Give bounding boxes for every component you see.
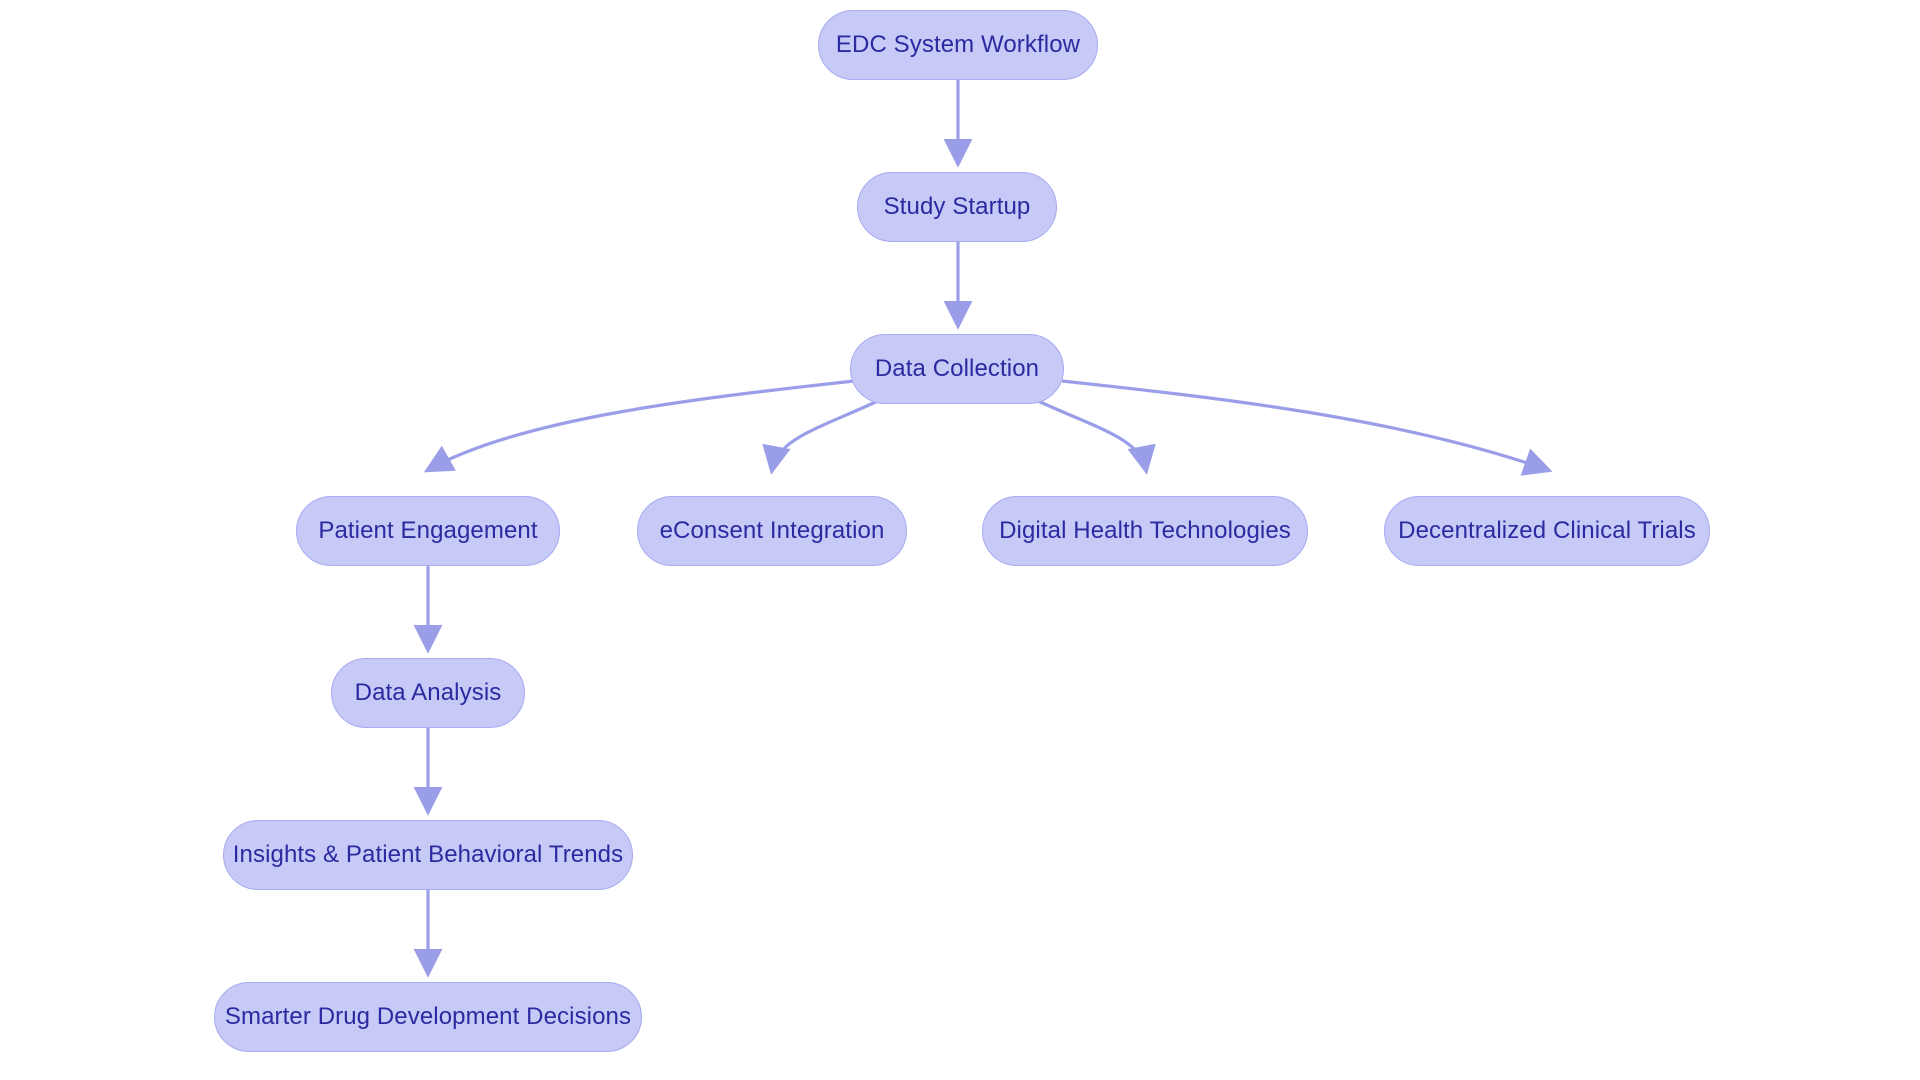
node-label: Decentralized Clinical Trials (1398, 517, 1696, 544)
node-label: EDC System Workflow (835, 31, 1081, 58)
node-insights-patient-behavioral-trends[interactable]: Insights & Patient Behavioral Trends (223, 820, 633, 890)
node-edc-system-workflow[interactable]: EDC System Workflow (818, 10, 1098, 80)
node-label: Data Analysis (354, 679, 502, 706)
node-label: eConsent Integration (659, 517, 885, 544)
edge-collection-to-decentralized-trials (1061, 379, 1553, 476)
node-label: Insights & Patient Behavioral Trends (232, 841, 624, 868)
node-label: Study Startup (883, 193, 1031, 220)
node-econsent-integration[interactable]: eConsent Integration (637, 496, 907, 566)
node-patient-engagement[interactable]: Patient Engagement (296, 496, 560, 566)
edge-collection-to-patient-engagement (423, 379, 855, 473)
node-decentralized-clinical-trials[interactable]: Decentralized Clinical Trials (1384, 496, 1710, 566)
node-digital-health-technologies[interactable]: Digital Health Technologies (982, 496, 1308, 566)
node-study-startup[interactable]: Study Startup (857, 172, 1057, 242)
node-label: Data Collection (874, 355, 1040, 382)
node-label: Digital Health Technologies (999, 517, 1291, 544)
node-smarter-drug-development-decisions[interactable]: Smarter Drug Development Decisions (214, 982, 642, 1052)
flowchart-canvas: EDC System Workflow Study Startup Data C… (0, 0, 1920, 1080)
node-data-analysis[interactable]: Data Analysis (331, 658, 525, 728)
node-data-collection[interactable]: Data Collection (850, 334, 1064, 404)
node-label: Patient Engagement (318, 517, 538, 544)
edge-collection-to-econsent (762, 398, 881, 475)
node-label: Smarter Drug Development Decisions (224, 1003, 632, 1030)
edge-collection-to-digital-health (1035, 398, 1156, 475)
